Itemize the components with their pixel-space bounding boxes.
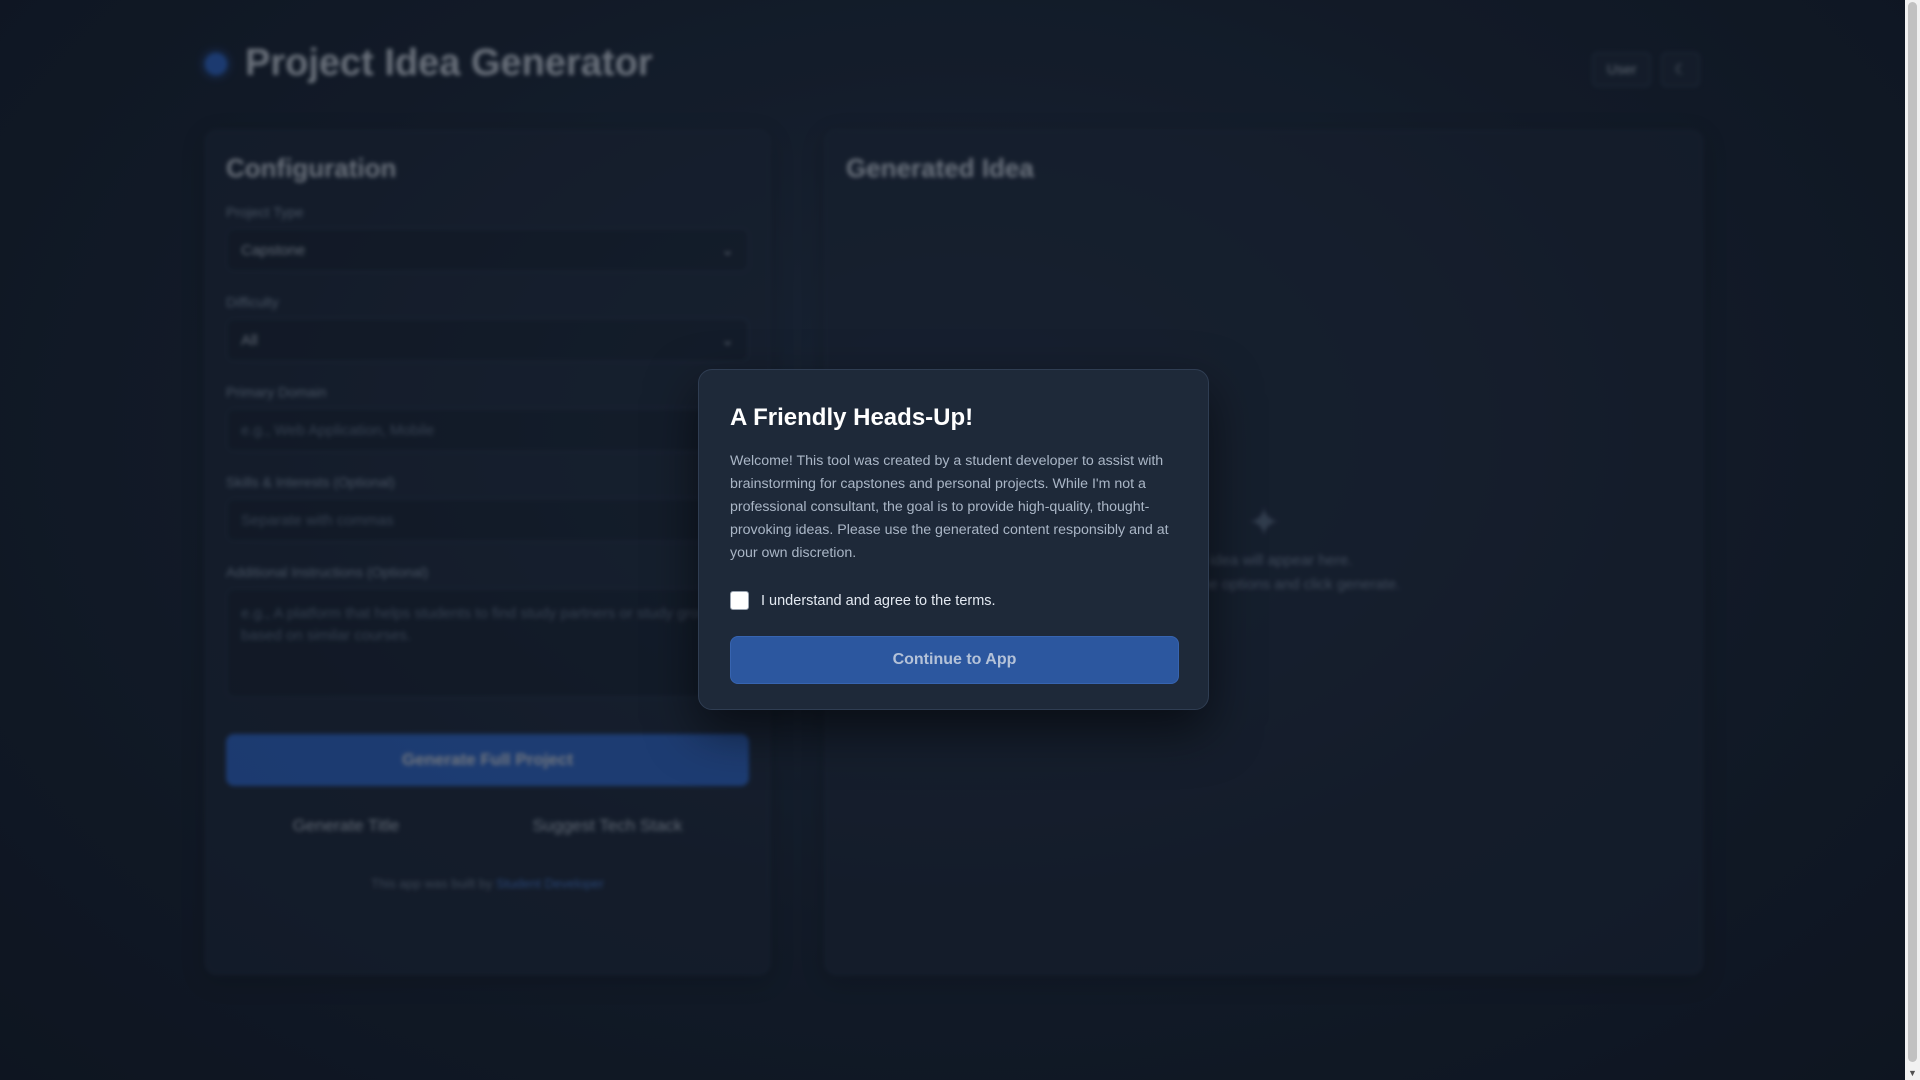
- page-scrollbar[interactable]: ▼: [1905, 0, 1920, 1080]
- agree-row: I understand and agree to the terms.: [730, 591, 1177, 610]
- modal-title: A Friendly Heads-Up!: [730, 404, 974, 431]
- continue-button[interactable]: Continue to App: [730, 636, 1179, 684]
- modal-body: Welcome! This tool was created by a stud…: [730, 453, 1169, 561]
- scroll-down-arrow-icon[interactable]: ▼: [1908, 1068, 1917, 1078]
- scrollbar-thumb[interactable]: [1908, 2, 1917, 1062]
- agree-checkbox[interactable]: [730, 591, 749, 610]
- heads-up-modal: A Friendly Heads-Up! Welcome! This tool …: [698, 369, 1209, 710]
- agree-label[interactable]: I understand and agree to the terms.: [761, 593, 996, 609]
